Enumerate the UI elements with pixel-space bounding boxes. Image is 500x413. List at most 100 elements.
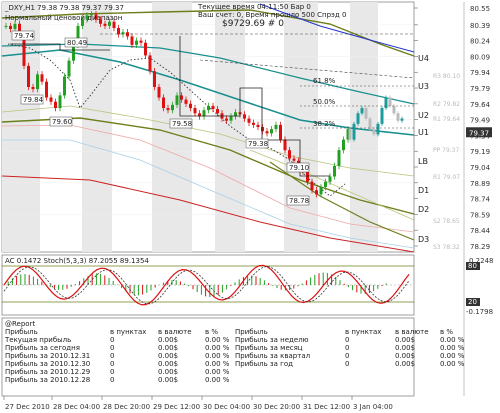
report-row: Текущая прибыль	[4, 336, 71, 344]
info-line-2: Ваш счет: 0, Время прошло 500 Спрэд 0	[198, 11, 346, 19]
svg-text:PP 79.37: PP 79.37	[433, 147, 460, 154]
candle-body	[207, 105, 210, 111]
candle-body	[270, 129, 273, 134]
price-tick-label: 80.09	[470, 53, 490, 61]
candle-body	[54, 101, 57, 109]
balance-line: $9729.69 # 0	[222, 19, 284, 29]
projection-body	[360, 108, 364, 114]
candle-body	[135, 40, 138, 45]
projection-body	[376, 123, 380, 135]
report-panel: @Report Прибыль в пунктах в валюте в % Текущ…	[1, 317, 465, 397]
report-row: 0.00$	[158, 344, 178, 352]
projection-body	[400, 118, 404, 121]
projection-body	[380, 108, 384, 124]
candle-body	[247, 118, 251, 123]
level-tag: U4	[418, 54, 429, 63]
price-tick-label: 80.55	[470, 5, 490, 13]
price-tick-label: 80.39	[470, 22, 490, 30]
report-row: Прибыль за 2010.12.30	[5, 360, 90, 368]
candle-body	[153, 71, 156, 87]
price-tick-label: 78.89	[470, 180, 490, 188]
candle-body	[216, 109, 219, 114]
candle-body	[4, 25, 8, 27]
candle-body	[274, 124, 278, 130]
report-header: в валюте	[395, 328, 429, 336]
time-tick-label: 29 Dec 12:00	[153, 403, 200, 411]
candle-body	[162, 97, 165, 109]
candle-body	[175, 95, 179, 105]
price-tick-label: 79.79	[470, 85, 490, 93]
candle-body	[265, 131, 269, 134]
candle-body	[202, 110, 206, 117]
report-row: 0	[110, 344, 114, 352]
candle-body	[337, 150, 341, 166]
time-tick-label: 30 Dec 20:00	[253, 403, 300, 411]
price-tick-label: 78.74	[470, 196, 491, 204]
price-tick-label: 79.94	[470, 69, 491, 77]
time-tick-label: 28 Dec 20:00	[103, 403, 150, 411]
candle-body	[166, 108, 170, 111]
projection-body	[368, 118, 372, 130]
oscillator-panel[interactable]: AC 0.1472 Stoch(5,3,3) 87.2055 89.1354	[1, 254, 415, 316]
candle-body	[40, 74, 44, 82]
candle-body	[139, 40, 143, 43]
report-row: 0.00 %	[440, 360, 465, 368]
report-row: 0	[110, 352, 114, 360]
report-row: 0.00$	[395, 352, 415, 360]
projection-body	[396, 113, 400, 121]
candle-body	[31, 86, 35, 90]
projection-body	[384, 97, 388, 109]
svg-text:R1 79.64: R1 79.64	[433, 116, 460, 123]
price-tick-label: 78.29	[470, 243, 490, 251]
candle-body	[342, 139, 345, 151]
time-tick-label: 3 Jan 04:00	[353, 403, 393, 411]
report-header: Прибыль	[5, 328, 38, 336]
report-row: 0.00 %	[205, 344, 230, 352]
report-row: 0	[110, 360, 114, 368]
candle-body	[112, 21, 116, 29]
svg-text:-0.1798: -0.1798	[466, 308, 493, 316]
candle-body	[243, 114, 246, 119]
report-row: 0	[345, 360, 349, 368]
projection-body	[364, 108, 368, 119]
projection-body	[352, 123, 356, 140]
candle-body	[283, 139, 287, 151]
report-row: 0.00$	[158, 360, 178, 368]
projection-body	[392, 105, 396, 114]
range-label: Нормальный ценовой диапазон	[5, 14, 122, 22]
candle-body	[49, 97, 53, 102]
candle-body	[117, 28, 120, 35]
price-tick-label: 78.59	[470, 211, 490, 219]
report-row: 0.00 %	[205, 376, 230, 384]
candle-body	[315, 190, 318, 195]
svg-text:80: 80	[468, 262, 477, 270]
report-row: Прибыль за месяц	[235, 344, 303, 352]
report-header: в %	[205, 328, 218, 336]
report-row: 0.00$	[395, 360, 415, 368]
report-row: Прибыль за неделю	[235, 336, 309, 344]
report-row: 0	[345, 336, 349, 344]
price-tick-label: 79.49	[470, 117, 490, 125]
candle-body	[103, 23, 107, 26]
time-tick-label: 30 Dec 04:00	[203, 403, 250, 411]
candle-body	[256, 124, 260, 127]
candle-body	[333, 165, 336, 177]
info-line: Текущее время 04:11:50 Бар 0	[197, 3, 311, 11]
report-row: 0.00$	[158, 368, 178, 376]
candle-body	[171, 104, 174, 111]
candle-body	[229, 116, 233, 121]
symbol-line: _DXY,H1 79.38 79.38 79.37 79.37	[4, 4, 124, 12]
price-tick-label: 79.64	[470, 101, 491, 109]
trading-chart[interactable]: _DXY,H1 79.38 79.38 79.37 79.37 Нормальн…	[0, 0, 500, 413]
report-row: 0.00$	[158, 376, 178, 384]
level-tag: U1	[418, 128, 429, 137]
report-row: 0	[345, 352, 349, 360]
candle-body	[310, 181, 314, 191]
candle-body	[319, 187, 323, 195]
time-tick-label: 31 Dec 12:00	[303, 403, 350, 411]
fib-label: 38.2%	[313, 120, 336, 128]
fib-label: 50.0%	[313, 98, 336, 106]
level-tag: D2	[418, 205, 429, 214]
projection-body	[372, 129, 376, 135]
price-panel[interactable]: _DXY,H1 79.38 79.38 79.37 79.37 Нормальн…	[1, 1, 460, 253]
